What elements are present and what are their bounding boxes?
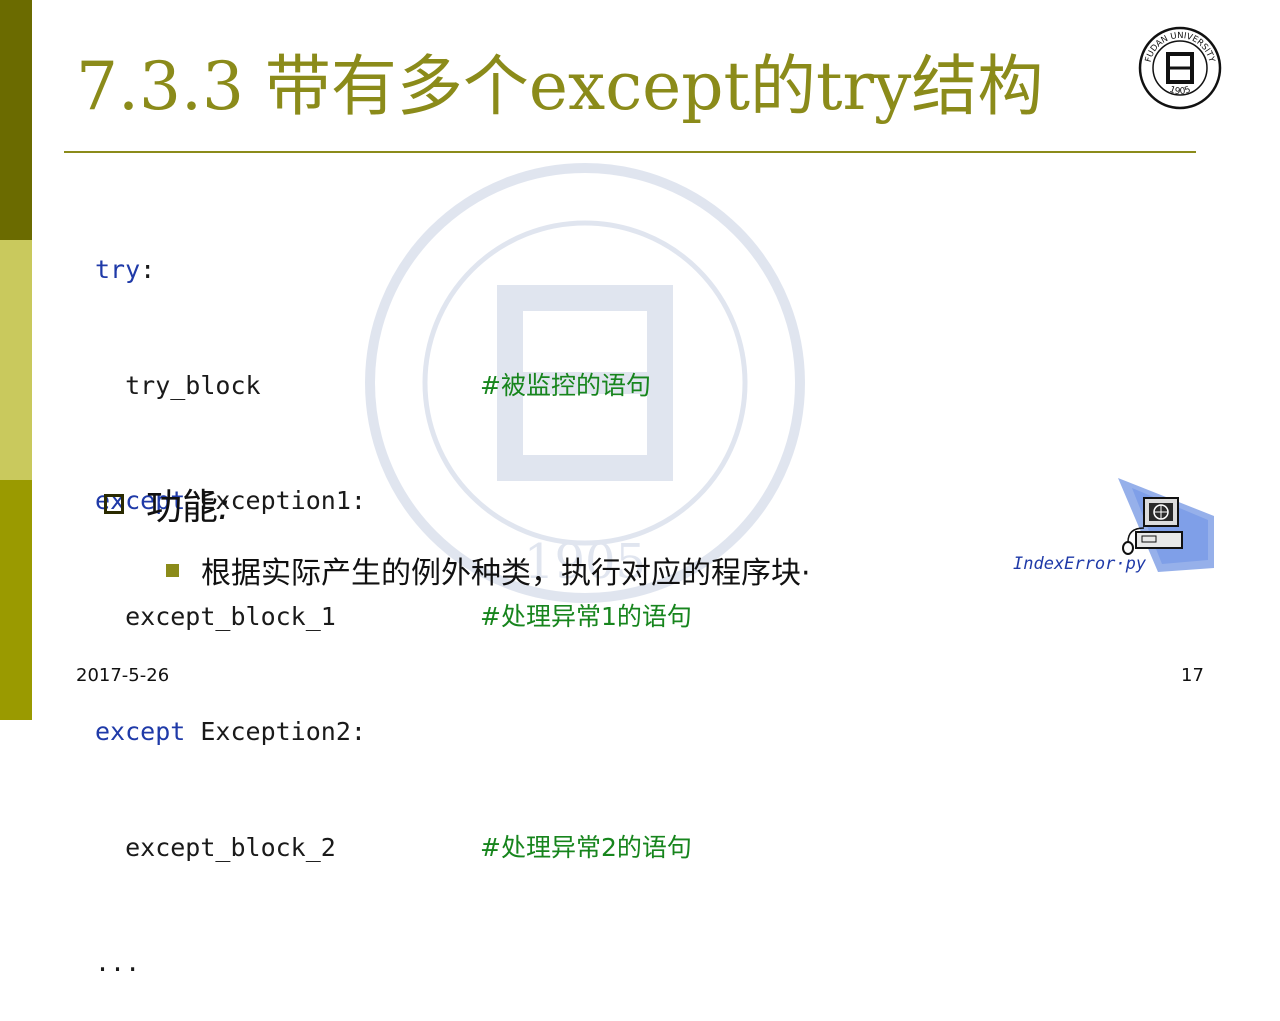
code-line: ... (95, 944, 366, 983)
slide-title: 7.3.3 带有多个except的try结构 (76, 48, 1044, 125)
code-keyword: except (95, 717, 186, 746)
bullet-heading: 功能: (146, 478, 230, 530)
left-bar-top (0, 0, 32, 240)
code-text: try_block (95, 370, 261, 400)
title-divider (64, 151, 1196, 153)
bullet-function: 功能: (104, 478, 230, 530)
code-line: except Exception2: (95, 713, 366, 752)
fudan-university-seal-icon: FUDAN UNIVERSITY 1905 (1138, 26, 1222, 110)
code-text: : (140, 255, 156, 284)
left-bar-middle (0, 240, 32, 480)
code-block: try: try_block #被监控的语句 except Exception1:… (95, 174, 692, 1021)
code-keyword: try (95, 255, 141, 284)
code-comment: #被监控的语句 (480, 370, 651, 400)
code-text: ... (95, 948, 141, 977)
sub-bullet: 根据实际产生的例外种类，执行对应的程序块· (166, 548, 811, 592)
code-line: except_block_2 #处理异常2的语句 (95, 829, 692, 868)
solid-square-bullet-icon (166, 563, 179, 577)
bullet-heading-colon: : (218, 487, 231, 528)
sub-bullet-text: 根据实际产生的例外种类，执行对应的程序块· (201, 556, 811, 591)
page-number: 17 (1181, 665, 1204, 686)
file-link[interactable]: IndexError·py (1013, 554, 1146, 574)
footer-date: 2017-5-26 (76, 665, 170, 686)
bullet-heading-text: 功能 (146, 487, 219, 528)
hollow-square-bullet-icon (104, 494, 124, 514)
code-line: try: (95, 251, 366, 290)
code-text: except_block_2 (95, 832, 336, 862)
left-bar-bottom (0, 480, 32, 720)
code-text: Exception2: (185, 717, 366, 746)
code-line: try_block #被监控的语句 (95, 367, 651, 406)
code-comment: #处理异常2的语句 (480, 832, 692, 862)
code-line: except_block_1 #处理异常1的语句 (95, 598, 692, 637)
code-text: except_block_1 (95, 601, 336, 631)
code-comment: #处理异常1的语句 (480, 601, 692, 631)
